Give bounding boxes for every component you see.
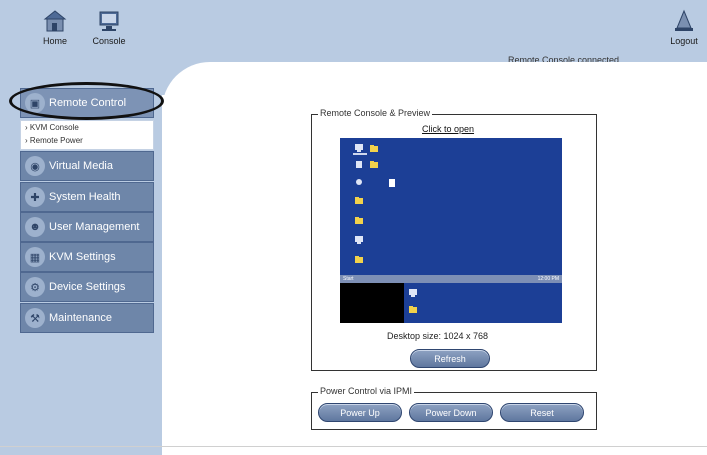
- sidebar-item-label: Remote Control: [49, 97, 127, 109]
- folder-icon: [355, 217, 363, 224]
- tools-icon: ⚒: [25, 308, 45, 328]
- desktop-size-label: Desktop size: 1024 x 768: [387, 331, 489, 341]
- device-icon: ⚙: [25, 277, 45, 297]
- kvm-icon: ▦: [25, 247, 45, 267]
- sidebar-item-kvm-settings[interactable]: ▦ KVM Settings: [20, 242, 154, 272]
- folder-icon: [370, 161, 378, 168]
- sidebar-item-label: Virtual Media: [49, 160, 113, 172]
- kvm-web-interface: Home Console Logout Remote Console conne…: [0, 0, 707, 455]
- remote-screen-preview[interactable]: Start 12:00 PM: [340, 138, 562, 323]
- recycle-bin-icon: [356, 161, 362, 168]
- refresh-button[interactable]: Refresh: [410, 349, 490, 368]
- sidebar-item-label: System Health: [49, 191, 121, 203]
- home-icon: [43, 10, 67, 32]
- logout-button[interactable]: Logout: [661, 8, 707, 46]
- sidebar-item-label: KVM Settings: [49, 251, 116, 263]
- sidebar-item-device-settings[interactable]: ⚙ Device Settings: [20, 272, 154, 302]
- desktop-taskbar: Start 12:00 PM: [340, 275, 562, 283]
- sidebar-item-system-health[interactable]: ✚ System Health: [20, 182, 154, 212]
- sidebar-subitem-remote-power[interactable]: › Remote Power: [21, 134, 153, 147]
- home-button[interactable]: Home: [28, 8, 82, 46]
- disc-icon: ◉: [25, 156, 45, 176]
- sidebar-item-maintenance[interactable]: ⚒ Maintenance: [20, 303, 154, 333]
- sidebar-item-label: Maintenance: [49, 312, 112, 324]
- users-icon: ☻: [25, 217, 45, 237]
- start-button-text: Start: [343, 276, 354, 282]
- footer-divider: [0, 446, 707, 447]
- subitem-label: Remote Power: [29, 136, 83, 145]
- home-label: Home: [42, 36, 67, 46]
- desktop-preview-secondary: [404, 283, 562, 323]
- power-down-button[interactable]: Power Down: [409, 403, 493, 422]
- reset-button[interactable]: Reset: [500, 403, 584, 422]
- console-icon: [99, 11, 119, 31]
- computer-icon: [355, 144, 363, 152]
- sidebar-subitem-kvm-console[interactable]: › KVM Console: [21, 121, 153, 134]
- folder-icon: [355, 197, 363, 204]
- folder-icon: [409, 306, 417, 313]
- power-up-button[interactable]: Power Up: [318, 403, 402, 422]
- sidebar-item-virtual-media[interactable]: ◉ Virtual Media: [20, 151, 154, 181]
- taskbar-clock: 12:00 PM: [537, 276, 559, 282]
- console-label: Console: [92, 36, 126, 46]
- sidebar-item-label: Device Settings: [49, 281, 126, 293]
- computer-icon: [409, 289, 417, 297]
- logout-label: Logout: [670, 36, 698, 46]
- subitem-label: KVM Console: [29, 123, 79, 132]
- console-button[interactable]: Console: [82, 8, 136, 46]
- sidebar-item-remote-control[interactable]: ▣ Remote Control: [20, 88, 154, 118]
- desktop-icon-label: [353, 153, 367, 155]
- folder-icon: [355, 256, 363, 263]
- logout-icon: [675, 9, 693, 31]
- remote-console-preview-legend: Remote Console & Preview: [318, 108, 433, 118]
- health-icon: ✚: [25, 187, 45, 207]
- document-icon: [389, 179, 395, 187]
- computer-icon: [355, 236, 363, 244]
- network-icon: [356, 179, 362, 185]
- sidebar-item-user-management[interactable]: ☻ User Management: [20, 212, 154, 242]
- open-console-link[interactable]: Click to open: [422, 124, 474, 134]
- desktop-preview-main: [340, 138, 562, 275]
- folder-icon: [370, 145, 378, 152]
- power-control-legend: Power Control via IPMI: [318, 386, 415, 396]
- sidebar-submenu: › KVM Console › Remote Power: [20, 120, 154, 150]
- sidebar-item-label: User Management: [49, 221, 140, 233]
- remote-control-icon: ▣: [25, 93, 45, 113]
